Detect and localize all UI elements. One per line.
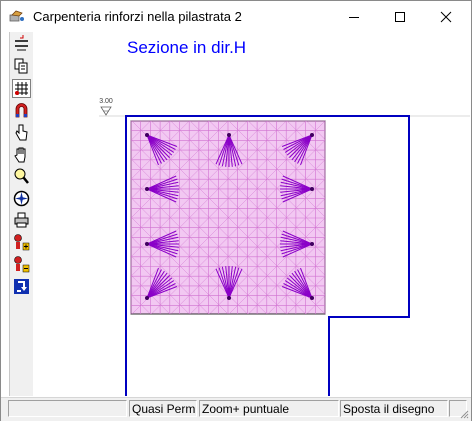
printer-icon <box>14 212 29 228</box>
vertical-toolbar <box>9 32 34 396</box>
maximize-button[interactable] <box>377 1 423 32</box>
status-cell-zoom-mode: Zoom+ puntuale <box>199 400 339 417</box>
person-minus-icon <box>14 256 30 273</box>
tool-copy-pages[interactable] <box>12 57 31 76</box>
close-icon <box>440 11 452 23</box>
pipe-arrow-icon <box>15 35 28 51</box>
tool-magnet[interactable] <box>12 101 31 120</box>
drawing-area[interactable]: Sezione in dir.H 3.00 <box>33 32 470 396</box>
window-title: Carpenteria rinforzi nella pilastrata 2 <box>33 9 242 24</box>
resize-grip-icon[interactable] <box>459 409 469 419</box>
exit-icon <box>14 279 29 294</box>
hand-pointer-icon <box>15 124 28 141</box>
tool-hand-pointer[interactable] <box>12 123 31 142</box>
compass-icon <box>13 190 30 207</box>
app-window: Carpenteria rinforzi nella pilastrata 2 <box>0 0 472 421</box>
person-plus-icon <box>14 234 30 251</box>
copy-pages-icon <box>14 58 28 74</box>
zoom-icon <box>14 168 29 184</box>
minimize-icon <box>349 17 359 18</box>
status-cell-action: Sposta il disegno <box>340 400 448 417</box>
status-bar: Quasi Perm Zoom+ puntuale Sposta il dise… <box>1 397 471 421</box>
status-cell-load-case: Quasi Perm <box>129 400 197 417</box>
status-cell-1 <box>8 400 127 417</box>
maximize-icon <box>395 12 405 22</box>
tool-person-plus[interactable] <box>12 233 31 252</box>
minimize-button[interactable] <box>331 1 377 32</box>
close-button[interactable] <box>423 1 469 32</box>
tool-person-minus[interactable] <box>12 255 31 274</box>
tool-zoom[interactable] <box>12 167 31 186</box>
app-icon <box>9 9 25 23</box>
tool-printer[interactable] <box>12 211 31 230</box>
magnet-icon <box>15 103 28 118</box>
tool-pipe-arrow[interactable] <box>12 35 31 54</box>
level-label: 3.00 <box>99 98 113 105</box>
grid-icon <box>15 82 28 95</box>
hand-icon <box>14 147 26 163</box>
tool-compass[interactable] <box>12 189 31 208</box>
tool-exit[interactable] <box>12 277 31 296</box>
section-drawing: 3.00 <box>99 98 470 396</box>
tool-grid[interactable] <box>12 79 31 98</box>
tool-hand[interactable] <box>12 145 31 164</box>
title-bar: Carpenteria rinforzi nella pilastrata 2 <box>1 1 471 32</box>
